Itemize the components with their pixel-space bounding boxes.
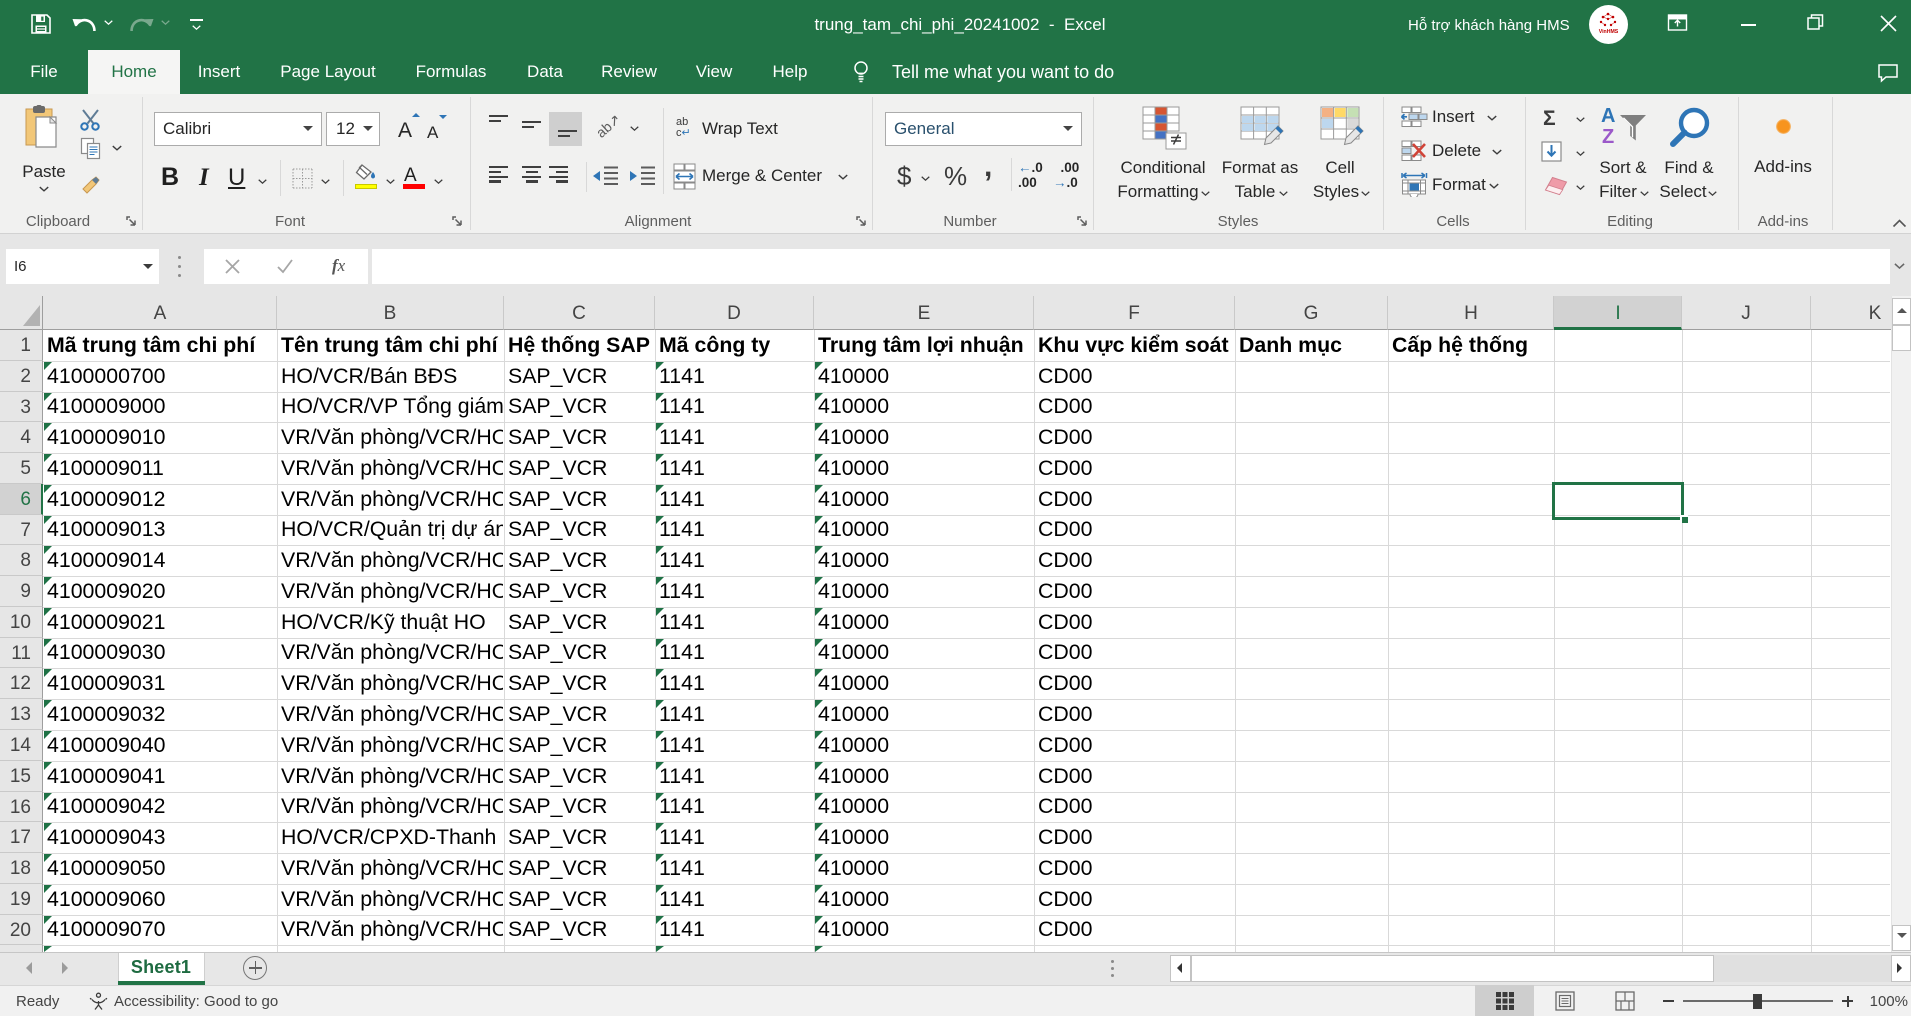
- svg-text:VinHMS: VinHMS: [1599, 29, 1619, 35]
